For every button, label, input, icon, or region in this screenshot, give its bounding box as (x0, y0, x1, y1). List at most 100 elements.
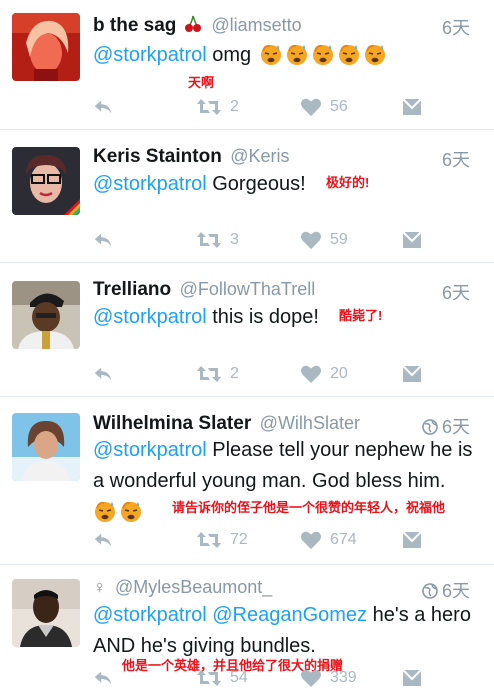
display-name[interactable]: Keris Stainton (93, 146, 222, 167)
dm-icon (402, 669, 422, 686)
tweet-text: @storkpatrol omg (93, 40, 483, 71)
like-button[interactable]: 674 (300, 528, 357, 552)
dm-icon (402, 365, 422, 382)
reply-button[interactable] (92, 528, 114, 552)
direct-message-button[interactable] (402, 666, 422, 690)
tweet[interactable]: ♀ @MylesBeaumont_ 6天 @storkpatrol @Reaga… (0, 565, 494, 700)
reply-icon (94, 533, 112, 547)
user-handle[interactable]: @Keris (230, 146, 289, 166)
retweet-icon (197, 532, 221, 548)
display-name[interactable]: Wilhelmina Slater (93, 413, 251, 434)
tweet-actions: 72 674 (92, 528, 492, 552)
retweet-count: 72 (230, 531, 248, 548)
reply-icon (94, 671, 112, 685)
tweet-actions: 2 56 (92, 95, 492, 119)
retweet-icon (197, 232, 221, 248)
translation-note: 酷毙了! (339, 308, 383, 323)
direct-message-button[interactable] (402, 528, 422, 552)
direct-message-button[interactable] (402, 95, 422, 119)
timestamp-text: 6天 (441, 417, 470, 437)
direct-message-button[interactable] (402, 228, 422, 252)
direct-message-button[interactable] (402, 362, 422, 386)
sweat-emoji-icon (363, 42, 387, 66)
like-count: 20 (330, 365, 348, 382)
tweet-line: @storkpatrol @ReaganGomez he's a hero (93, 600, 483, 631)
dm-icon (402, 98, 422, 115)
tweet-feed: b the sag @liamsetto 6天 @storkpatrol omg… (0, 0, 494, 700)
retweet-button[interactable]: 54 (196, 666, 248, 690)
tweet[interactable]: Keris Stainton @Keris 6天 @storkpatrol Go… (0, 130, 494, 263)
reply-icon (94, 100, 112, 114)
tweet-text: @storkpatrol @ReaganGomez he's a hero AN… (93, 600, 483, 662)
tweet-actions: 2 20 (92, 362, 492, 386)
avatar[interactable] (12, 413, 80, 481)
sweat-emoji-icon (119, 499, 143, 523)
translation-note: 请告诉你的侄子他是一个很赞的年轻人，祝福他 (172, 500, 446, 515)
retweet-icon (197, 366, 221, 382)
retweet-button[interactable]: 72 (196, 528, 248, 552)
user-handle[interactable]: @WilhSlater (260, 413, 360, 433)
mention-link[interactable]: @storkpatrol (93, 173, 207, 195)
like-button[interactable]: 339 (300, 666, 357, 690)
like-button[interactable]: 59 (300, 228, 348, 252)
translation-note: 极好的! (326, 175, 370, 190)
retweet-count: 54 (230, 669, 248, 686)
like-button[interactable]: 20 (300, 362, 348, 386)
translation-note: 天啊 (188, 75, 215, 90)
retweet-icon (197, 99, 221, 115)
tweet-actions: 54 339 (92, 666, 492, 690)
retweet-button[interactable]: 3 (196, 228, 239, 252)
avatar[interactable] (12, 281, 80, 349)
avatar[interactable] (12, 579, 80, 647)
cherries-emoji-icon (183, 14, 203, 39)
sweat-emoji-icon (93, 499, 117, 523)
display-name[interactable]: Trelliano (93, 279, 171, 300)
retweet-button[interactable]: 2 (196, 95, 239, 119)
reply-button[interactable] (92, 228, 114, 252)
like-count: 56 (330, 98, 348, 115)
like-button[interactable]: 56 (300, 95, 348, 119)
retweet-count: 2 (230, 365, 239, 382)
tweet-line: @storkpatrol Please tell your nephew he … (93, 435, 483, 466)
tweet-body-line1: he's a hero (372, 604, 471, 626)
mention-link[interactable]: @storkpatrol (93, 44, 207, 66)
globe-icon (422, 583, 438, 599)
display-name[interactable]: ♀ (93, 577, 107, 597)
retweet-icon (197, 670, 221, 686)
reply-icon (94, 233, 112, 247)
like-icon (301, 98, 321, 117)
user-handle[interactable]: @liamsetto (211, 15, 301, 35)
mention-link[interactable]: @storkpatrol (93, 306, 207, 328)
like-icon (301, 365, 321, 384)
mention-link[interactable]: @storkpatrol (93, 439, 207, 461)
reply-icon (94, 367, 112, 381)
mention-link[interactable]: @ReaganGomez (212, 604, 367, 626)
tweet[interactable]: b the sag @liamsetto 6天 @storkpatrol omg… (0, 0, 494, 130)
avatar[interactable] (12, 13, 80, 81)
user-handle[interactable]: @MylesBeaumont_ (115, 577, 272, 597)
like-count: 674 (330, 531, 357, 548)
tweet[interactable]: Trelliano @FollowThaTrell 6天 @storkpatro… (0, 263, 494, 397)
retweet-button[interactable]: 2 (196, 362, 239, 386)
timestamp[interactable]: 6天 (442, 14, 470, 40)
sweat-emoji-icon (311, 42, 335, 66)
display-name[interactable]: b the sag (93, 15, 176, 36)
tweet-body: omg (212, 44, 252, 66)
like-count: 339 (330, 669, 357, 686)
tweet-header: b the sag @liamsetto 6天 (93, 14, 484, 40)
tweet[interactable]: Wilhelmina Slater @WilhSlater 6天 @storkp… (0, 397, 494, 565)
reply-button[interactable] (92, 95, 114, 119)
tweet-body: this is dope! (212, 306, 319, 328)
like-count: 59 (330, 231, 348, 248)
reply-button[interactable] (92, 362, 114, 386)
sweat-emoji-icon (285, 42, 309, 66)
reply-button[interactable] (92, 666, 114, 690)
avatar[interactable] (12, 147, 80, 215)
mention-link[interactable]: @storkpatrol (93, 604, 207, 626)
sweat-emoji-icon (259, 42, 283, 66)
like-icon (301, 669, 321, 688)
user-handle[interactable]: @FollowThaTrell (180, 279, 316, 299)
dm-icon (402, 231, 422, 248)
like-icon (301, 531, 321, 550)
tweet-text: @storkpatrol Gorgeous! (93, 169, 483, 200)
